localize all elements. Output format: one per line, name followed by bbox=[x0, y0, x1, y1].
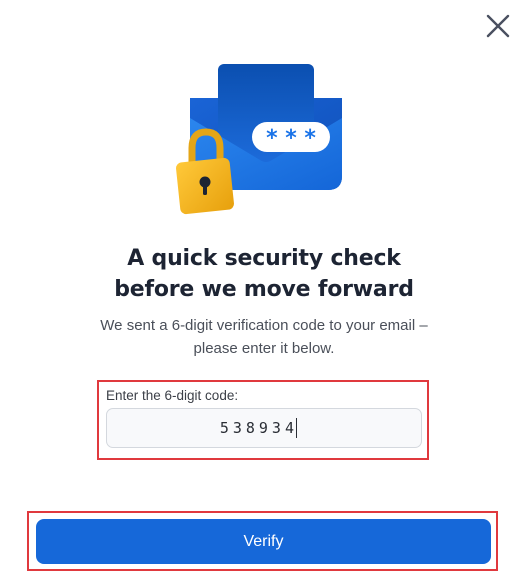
close-icon bbox=[486, 14, 510, 38]
text-cursor bbox=[296, 418, 297, 438]
verify-button[interactable]: Verify bbox=[36, 519, 491, 564]
title-line-2: before we move forward bbox=[114, 277, 414, 302]
close-button[interactable] bbox=[484, 12, 514, 42]
instructions-text: We sent a 6-digit verification code to y… bbox=[0, 314, 516, 360]
verification-code-group: Enter the 6-digit code: 538934 bbox=[97, 380, 429, 460]
page-title: A quick security check before we move fo… bbox=[0, 243, 516, 305]
verification-code-input[interactable]: 538934 bbox=[106, 408, 422, 448]
verify-button-group: Verify bbox=[27, 511, 498, 571]
title-line-1: A quick security check bbox=[127, 246, 401, 271]
security-check-dialog: * * * A quick security check before we m… bbox=[0, 0, 516, 575]
code-input-value: 538934 bbox=[219, 419, 298, 437]
subtitle-line-1: We sent a 6-digit verification code to y… bbox=[100, 317, 428, 334]
svg-text:* * *: * * * bbox=[266, 126, 316, 151]
code-field-label: Enter the 6-digit code: bbox=[106, 388, 239, 403]
envelope-lock-password-icon: * * * bbox=[176, 64, 342, 215]
envelope-lock-illustration: * * * bbox=[176, 60, 348, 216]
subtitle-line-2: please enter it below. bbox=[193, 340, 335, 357]
